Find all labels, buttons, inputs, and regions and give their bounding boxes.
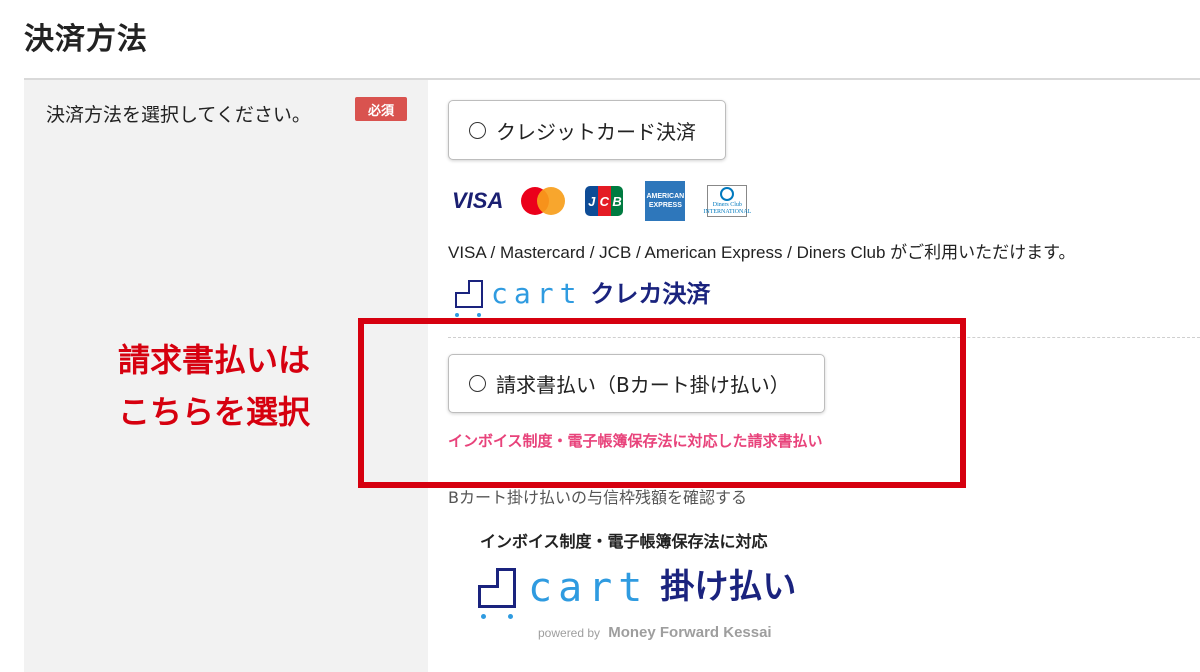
bcart-b-icon [455,280,483,308]
invoice-compliance-text: インボイス制度・電子帳簿保存法に対応 [480,532,768,551]
callout-highlight-box [358,318,966,488]
bcart-invoice-logo: cart 掛け払い [478,568,796,608]
credit-card-option-button[interactable]: クレジットカード決済 [448,100,726,160]
bcart-wordmark: cart [528,565,649,611]
radio-unchecked-icon[interactable] [469,121,486,139]
bcart-cart-wheels-icon [481,614,535,619]
payment-method-label: 決済方法を選択してください。 [46,104,311,126]
bcart-b-icon [478,568,516,608]
required-badge: 必須 [355,97,407,121]
credit-card-option-label: クレジットカード決済 [496,119,696,144]
powered-by-text: powered by Money Forward Kessai [538,624,772,641]
page-title: 決済方法 [24,22,148,57]
card-brand-logos: VISA J C B AMERICAN EXPRESS Diners Club … [452,181,751,221]
jcb-logo: J C B [585,186,624,216]
american-express-logo: AMERICAN EXPRESS [645,181,686,221]
bcart-wordmark: cart [491,277,583,310]
bcart-credit-suffix: クレカ決済 [590,280,711,308]
bcart-cart-wheels-icon [455,313,499,317]
bcart-credit-logo: cart クレカ決済 [455,280,710,308]
bcart-invoice-suffix: 掛け払い [660,567,797,607]
callout-text: 請求書払いはこちらを選択 [118,341,311,431]
mastercard-logo [521,187,566,215]
supported-cards-text: VISA / Mastercard / JCB / American Expre… [448,243,1076,262]
visa-logo: VISA [452,188,504,213]
diners-club-logo: Diners Club INTERNATIONAL [703,185,751,217]
